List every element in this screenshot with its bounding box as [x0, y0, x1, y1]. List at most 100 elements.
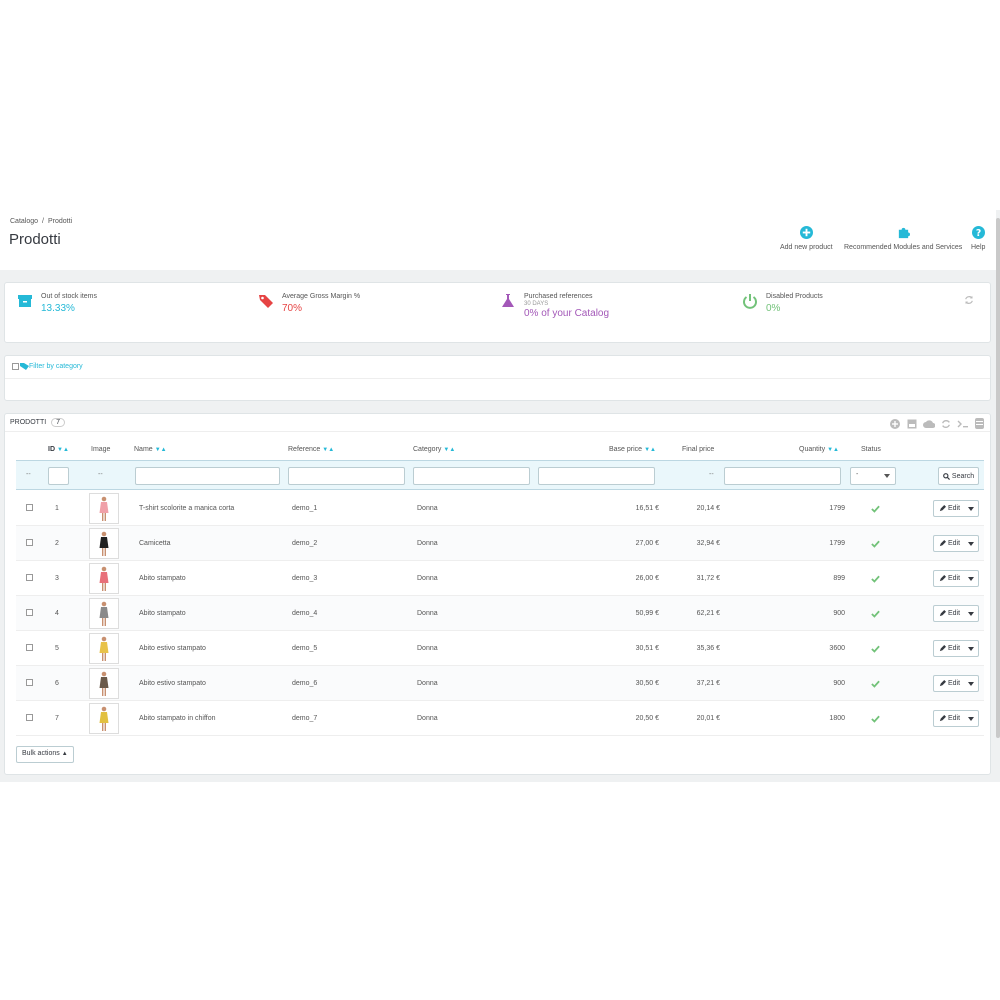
refresh-icon[interactable]	[964, 295, 974, 305]
kpi-disabled-products[interactable]: Disabled Products 0%	[742, 293, 823, 314]
filter-name-input[interactable]	[135, 467, 280, 485]
sql-query-icon[interactable]	[956, 417, 969, 430]
filter-status-value: -	[856, 471, 859, 478]
column-header-reference[interactable]: Reference ▼▲	[288, 446, 334, 453]
cell-id: 5	[55, 645, 59, 652]
dropdown-caret-icon[interactable]	[968, 507, 974, 511]
dropdown-caret-icon[interactable]	[968, 612, 974, 616]
add-new-product-button[interactable]: Add new product	[780, 226, 833, 251]
search-button[interactable]: Search	[938, 467, 979, 485]
filter-reference-input[interactable]	[288, 467, 405, 485]
filter-status-select[interactable]: -	[850, 467, 896, 485]
edit-button[interactable]: Edit	[933, 605, 979, 622]
product-image-icon	[99, 636, 109, 661]
cell-final-price: 20,14 €	[696, 505, 720, 512]
product-image-icon	[99, 671, 109, 696]
edit-button[interactable]: Edit	[933, 640, 979, 657]
table-row[interactable]: 1 T-shirt scolorite a manica corta demo_…	[16, 491, 984, 526]
product-thumbnail[interactable]	[89, 493, 119, 524]
edit-button[interactable]: Edit	[933, 570, 979, 587]
kpi-label: Average Gross Margin %	[282, 293, 361, 300]
table-row[interactable]: 3 Abito stampato demo_3 Donna 26,00 € 31…	[16, 561, 984, 596]
table-row[interactable]: 4 Abito stampato demo_4 Donna 50,99 € 62…	[16, 596, 984, 631]
row-checkbox[interactable]	[26, 714, 33, 721]
dropdown-caret-icon[interactable]	[968, 682, 974, 686]
row-checkbox[interactable]	[26, 679, 33, 686]
breadcrumb-parent[interactable]: Catalogo	[10, 218, 38, 225]
export-icon[interactable]	[905, 417, 918, 430]
column-header-name[interactable]: Name ▼▲	[134, 446, 167, 453]
status-enabled-check-icon[interactable]	[871, 539, 880, 548]
row-checkbox[interactable]	[26, 644, 33, 651]
dropdown-caret-icon[interactable]	[968, 647, 974, 651]
table-row[interactable]: 2 Camicetta demo_2 Donna 27,00 € 32,94 €…	[16, 526, 984, 561]
filter-category-checkbox[interactable]	[12, 362, 19, 370]
filter-quantity-input[interactable]	[724, 467, 841, 485]
product-thumbnail[interactable]	[89, 668, 119, 699]
product-thumbnail[interactable]	[89, 563, 119, 594]
page-scrollbar[interactable]	[996, 218, 1000, 738]
column-header-base-price[interactable]: Base price ▼▲	[609, 446, 656, 453]
status-enabled-check-icon[interactable]	[871, 574, 880, 583]
cell-name[interactable]: Abito estivo stampato	[139, 645, 206, 652]
kpi-out-of-stock[interactable]: Out of stock items 13.33%	[17, 293, 97, 314]
product-thumbnail[interactable]	[89, 598, 119, 629]
recommended-modules-button[interactable]: Recommended Modules and Services	[844, 226, 962, 251]
product-thumbnail[interactable]	[89, 703, 119, 734]
kpi-purchased-references[interactable]: Purchased references 30 DAYS 0% of your …	[500, 293, 609, 319]
status-enabled-check-icon[interactable]	[871, 679, 880, 688]
row-checkbox[interactable]	[26, 609, 33, 616]
status-enabled-check-icon[interactable]	[871, 504, 880, 513]
sort-arrows-icon[interactable]: ▼▲	[57, 447, 69, 453]
cell-reference: demo_3	[292, 575, 318, 582]
sort-arrows-icon[interactable]: ▼▲	[322, 447, 334, 453]
add-icon[interactable]	[888, 417, 901, 430]
row-checkbox[interactable]	[26, 539, 33, 546]
pencil-icon	[939, 575, 946, 582]
product-thumbnail[interactable]	[89, 633, 119, 664]
table-row[interactable]: 6 Abito estivo stampato demo_6 Donna 30,…	[16, 666, 984, 701]
kpi-gross-margin[interactable]: Average Gross Margin % 70%	[258, 293, 360, 314]
cell-name[interactable]: Camicetta	[139, 540, 171, 547]
dropdown-caret-icon[interactable]	[968, 717, 974, 721]
sort-arrows-icon[interactable]: ▼▲	[827, 447, 839, 453]
table-row[interactable]: 5 Abito estivo stampato demo_5 Donna 30,…	[16, 631, 984, 666]
cell-id: 4	[55, 610, 59, 617]
divider	[5, 431, 990, 432]
cell-name[interactable]: Abito stampato	[139, 610, 186, 617]
cell-name[interactable]: Abito estivo stampato	[139, 680, 206, 687]
dropdown-caret-icon[interactable]	[968, 542, 974, 546]
cell-name[interactable]: Abito stampato	[139, 575, 186, 582]
cell-name[interactable]: Abito stampato in chiffon	[139, 715, 216, 722]
sort-arrows-icon[interactable]: ▼▲	[155, 447, 167, 453]
product-thumbnail[interactable]	[89, 528, 119, 559]
edit-button[interactable]: Edit	[933, 500, 979, 517]
dropdown-caret-icon[interactable]	[968, 577, 974, 581]
database-icon[interactable]	[973, 417, 986, 430]
filter-category-input[interactable]	[413, 467, 530, 485]
refresh-list-icon[interactable]	[939, 417, 952, 430]
sort-arrows-icon[interactable]: ▼▲	[443, 447, 455, 453]
status-enabled-check-icon[interactable]	[871, 644, 880, 653]
filter-by-category[interactable]: Filter by category	[12, 362, 83, 370]
column-header-id[interactable]: ID ▼▲	[48, 446, 69, 453]
help-button[interactable]: ? Help	[971, 226, 985, 251]
edit-button[interactable]: Edit	[933, 675, 979, 692]
column-header-quantity[interactable]: Quantity ▼▲	[799, 446, 839, 453]
filter-base-price-input[interactable]	[538, 467, 655, 485]
bulk-actions-button[interactable]: Bulk actions ▲	[16, 746, 74, 763]
cloud-upload-icon[interactable]	[922, 417, 935, 430]
filter-id-input[interactable]	[48, 467, 69, 485]
row-checkbox[interactable]	[26, 504, 33, 511]
status-enabled-check-icon[interactable]	[871, 714, 880, 723]
table-row[interactable]: 7 Abito stampato in chiffon demo_7 Donna…	[16, 701, 984, 736]
product-list-panel: PRODOTTI 7 ID ▼▲ Image Name ▼▲ Reference ▼▲…	[4, 413, 991, 775]
row-checkbox[interactable]	[26, 574, 33, 581]
edit-button[interactable]: Edit	[933, 710, 979, 727]
pencil-icon	[939, 505, 946, 512]
status-enabled-check-icon[interactable]	[871, 609, 880, 618]
sort-arrows-icon[interactable]: ▼▲	[644, 447, 656, 453]
column-header-category[interactable]: Category ▼▲	[413, 446, 455, 453]
cell-name[interactable]: T-shirt scolorite a manica corta	[139, 505, 234, 512]
edit-button[interactable]: Edit	[933, 535, 979, 552]
